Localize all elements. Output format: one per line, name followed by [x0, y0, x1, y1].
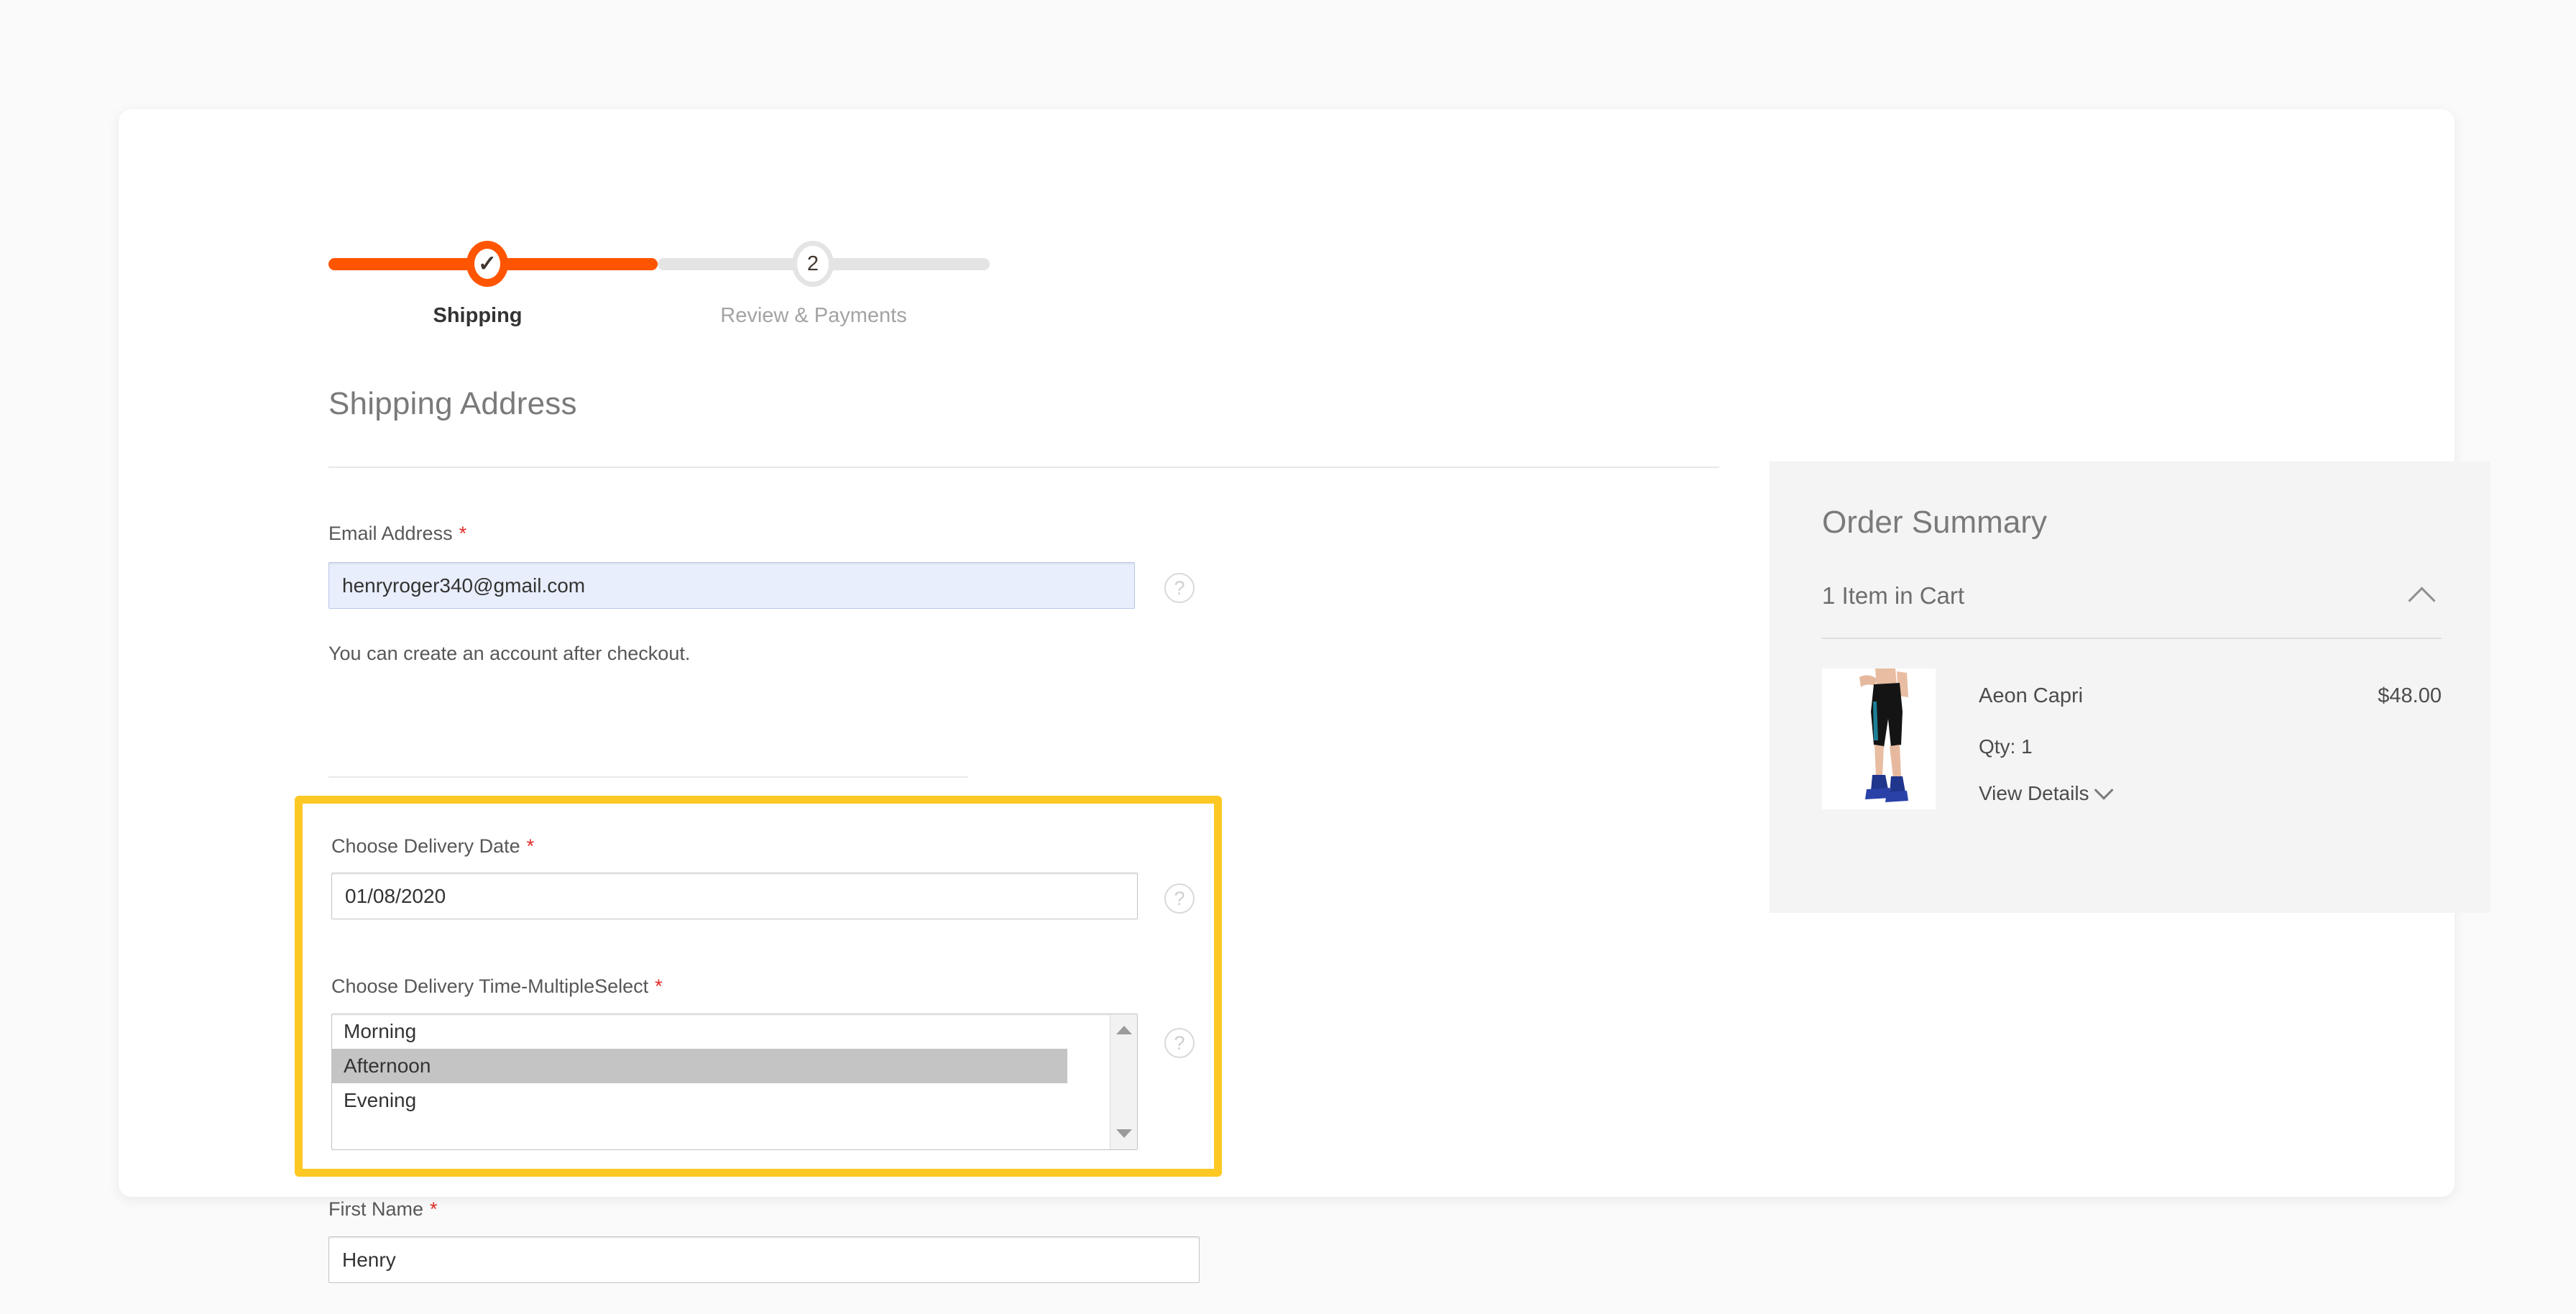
email-helper-text: You can create an account after checkout…	[328, 643, 691, 664]
product-price: $48.00	[2378, 684, 2442, 707]
view-details-toggle[interactable]: View Details	[1979, 780, 2114, 805]
list-item: Aeon Capri $48.00 Qty: 1 View Details	[1822, 669, 2442, 834]
scroll-down-arrow-icon[interactable]	[1116, 1129, 1132, 1138]
delivery-date-field-label: Choose Delivery Date *	[331, 835, 534, 858]
required-asterisk: *	[459, 523, 467, 544]
progress-step-shipping-label[interactable]: Shipping	[328, 304, 627, 328]
delivery-time-label-text: Choose Delivery Time-MultipleSelect	[331, 975, 649, 997]
delivery-date-label-text: Choose Delivery Date	[331, 835, 520, 857]
section-divider-middle	[328, 776, 968, 778]
progress-step-shipping-marker[interactable]: ✓	[466, 241, 508, 287]
chevron-down-icon[interactable]	[2094, 780, 2114, 800]
order-summary-title: Order Summary	[1822, 505, 2047, 540]
email-field-label: Email Address *	[328, 523, 466, 545]
checkout-card: ✓ 2 Shipping Review & Payments Shipping …	[119, 109, 2490, 1283]
order-summary-panel: Order Summary 1 Item in Cart Aeon Capri …	[1770, 461, 2490, 913]
multiselect-option[interactable]: Evening	[332, 1083, 1137, 1118]
multiselect-option-selected[interactable]: Afternoon	[332, 1049, 1067, 1083]
question-mark-icon[interactable]: ?	[1164, 883, 1195, 914]
email-label-text: Email Address	[328, 523, 453, 544]
required-asterisk: *	[655, 975, 663, 997]
delivery-time-field-label: Choose Delivery Time-MultipleSelect *	[331, 975, 663, 998]
checkout-page: ✓ 2 Shipping Review & Payments Shipping …	[0, 0, 2576, 1314]
product-thumbnail	[1822, 669, 1936, 809]
delivery-time-multiselect[interactable]: Morning Afternoon Evening	[331, 1014, 1138, 1150]
page-title: Shipping Address	[328, 386, 577, 421]
required-asterisk: *	[430, 1198, 438, 1220]
cart-items-count: 1 Item in Cart	[1822, 582, 1965, 609]
summary-divider	[1822, 638, 2442, 639]
first-name-field[interactable]	[328, 1236, 1200, 1283]
progress-step-review-label[interactable]: Review & Payments	[638, 304, 990, 328]
section-divider-top	[328, 467, 1719, 468]
cart-items-toggle[interactable]: 1 Item in Cart	[1822, 582, 2440, 618]
multiselect-scrollbar[interactable]	[1110, 1014, 1137, 1149]
first-name-label-text: First Name	[328, 1198, 424, 1220]
view-details-label: View Details	[1979, 782, 2089, 804]
required-asterisk: *	[526, 835, 535, 857]
chevron-up-icon[interactable]	[2408, 587, 2436, 615]
email-field[interactable]	[328, 562, 1135, 609]
delivery-date-field[interactable]	[331, 873, 1138, 919]
first-name-field-label: First Name *	[328, 1198, 438, 1221]
check-icon: ✓	[478, 250, 497, 276]
question-mark-icon[interactable]: ?	[1164, 1028, 1195, 1058]
question-mark-icon[interactable]: ?	[1164, 573, 1195, 603]
checkout-progress-bar: ✓ 2 Shipping Review & Payments	[328, 241, 990, 327]
progress-step-review-marker[interactable]: 2	[792, 241, 834, 287]
product-qty: Qty: 1	[1979, 735, 2033, 758]
product-name: Aeon Capri	[1979, 684, 2084, 707]
multiselect-option[interactable]: Morning	[332, 1014, 1137, 1049]
scroll-up-arrow-icon[interactable]	[1116, 1026, 1132, 1034]
